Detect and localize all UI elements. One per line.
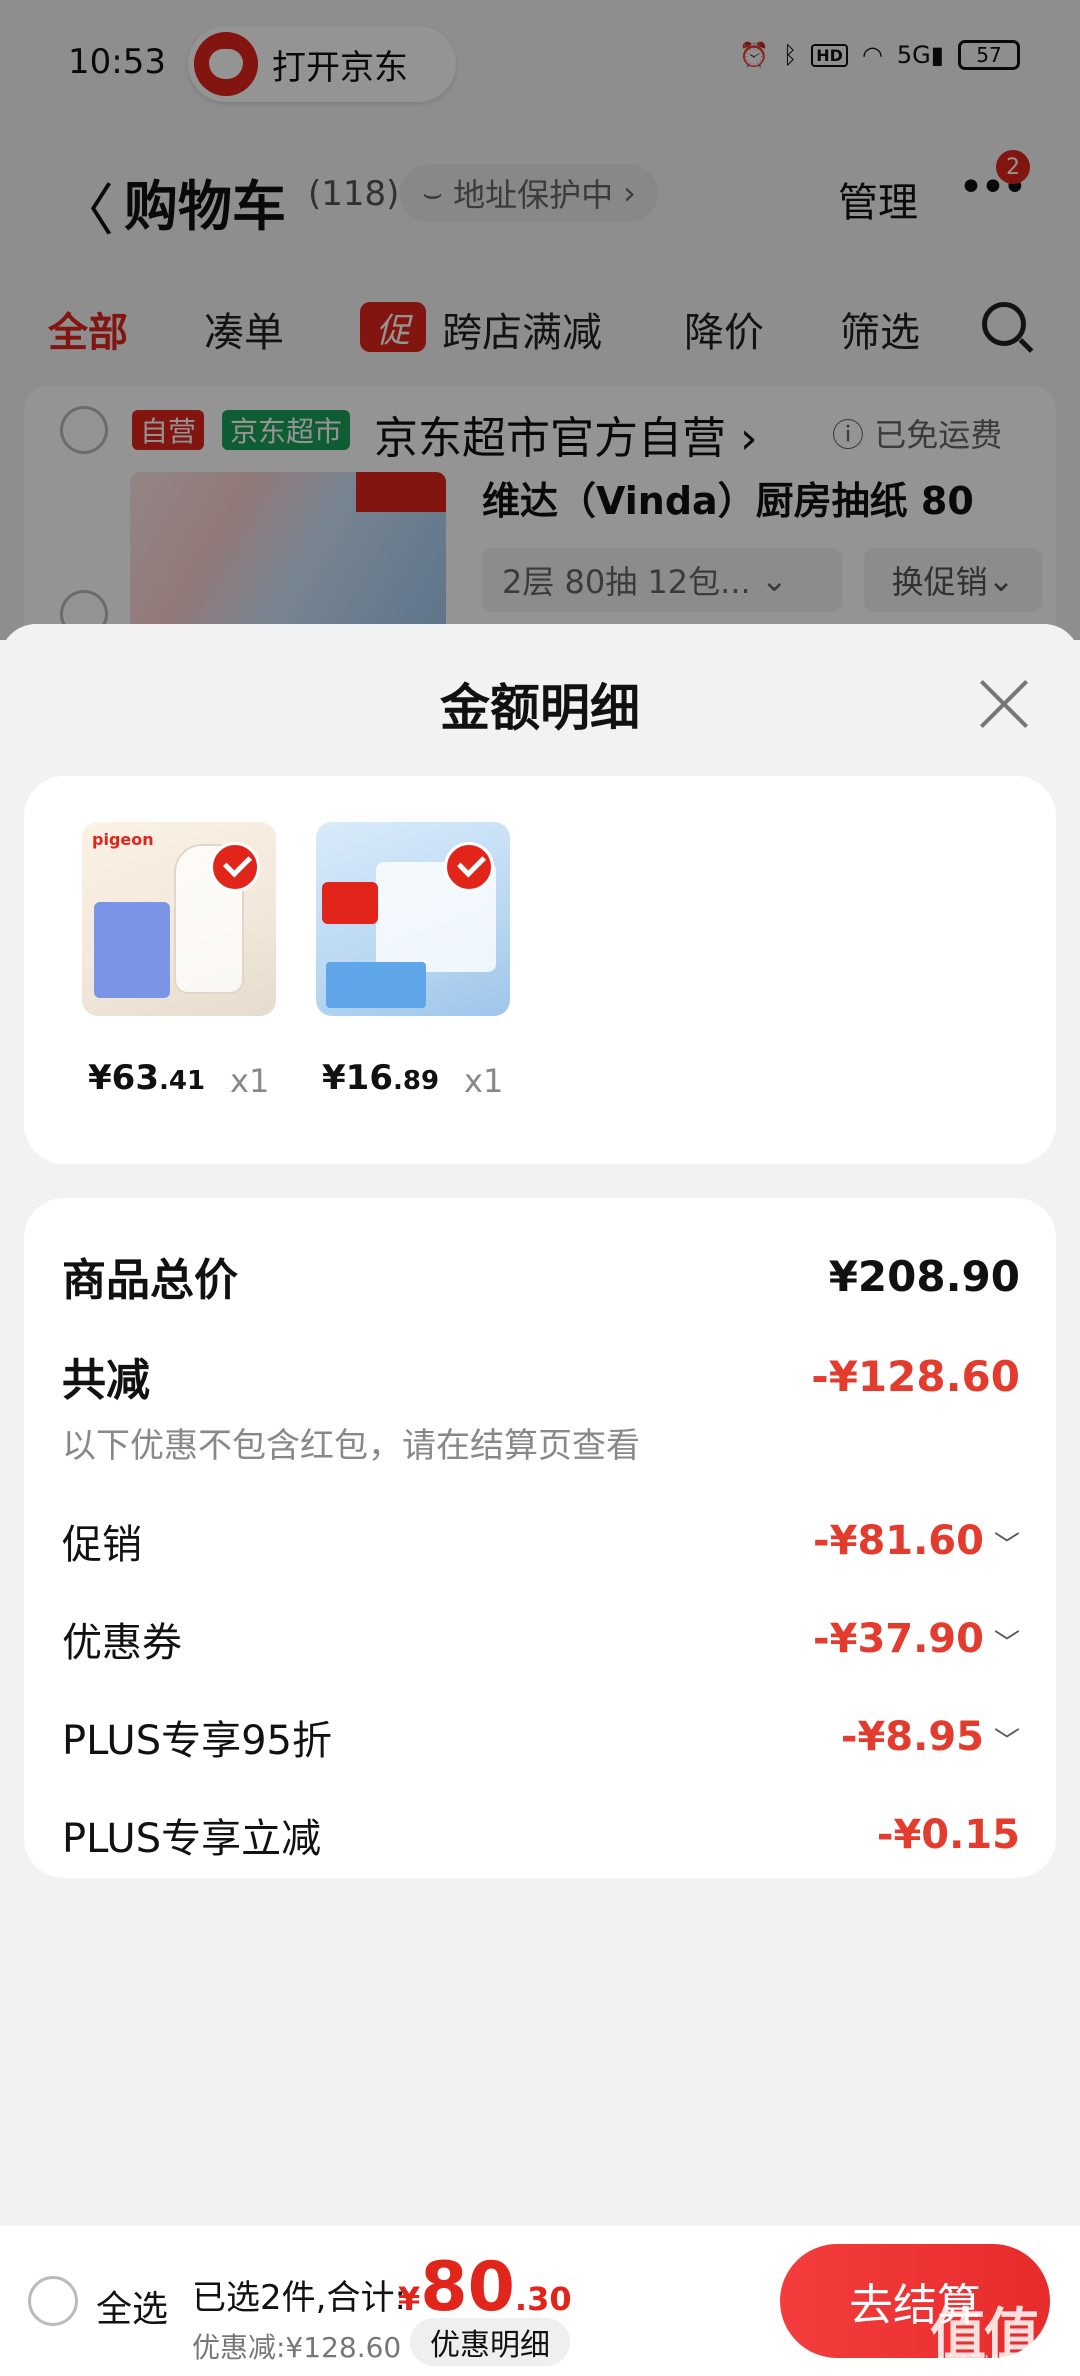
selected-count-label: 已选2件,合计: xyxy=(192,2278,406,2318)
chevron-down-icon: ﹀ xyxy=(993,1629,1020,1659)
item-price: ¥63.41 xyxy=(88,1058,205,1098)
coupon-label: 优惠券 xyxy=(62,1620,182,1666)
checked-icon xyxy=(210,842,260,892)
chevron-down-icon: ﹀ xyxy=(993,1727,1020,1757)
plus-reduce-value: -¥0.15 xyxy=(876,1812,1020,1858)
discount-detail-button[interactable]: 优惠明细 xyxy=(410,2318,570,2366)
total-currency: ¥ xyxy=(398,2280,421,2318)
plus-reduce-row: PLUS专享立减 -¥0.15 xyxy=(62,1806,1020,1864)
plus-discount-label: PLUS专享95折 xyxy=(62,1718,332,1764)
selected-item[interactable]: pigeon ¥63.41 x1 xyxy=(82,822,282,1100)
selected-items-card: pigeon ¥63.41 x1 ¥16.89 x1 xyxy=(24,776,1056,1164)
total-price: ¥80.30 xyxy=(398,2248,572,2327)
item-price: ¥16.89 xyxy=(322,1058,439,1098)
amount-detail-sheet: 金额明细 pigeon ¥63.41 x1 ¥16.89 x1 商品总价 ¥20… xyxy=(0,624,1080,2224)
item-image-tissue xyxy=(316,822,510,1016)
item-brand: pigeon xyxy=(92,830,154,849)
checkout-bar: 全选 已选2件,合计: ¥80.30 优惠减:¥128.60 优惠明细 去结算 xyxy=(0,2226,1080,2376)
checked-icon xyxy=(444,842,494,892)
price-summary-card: 商品总价 ¥208.90 共减 -¥128.60 以下优惠不包含红包，请在结算页… xyxy=(24,1198,1056,1878)
goods-total-label: 商品总价 xyxy=(62,1255,238,1306)
total-reduce-label: 共减 xyxy=(62,1355,150,1406)
sheet-title: 金额明细 xyxy=(440,679,640,737)
total-int: 80 xyxy=(420,2248,515,2327)
goods-total-row: 商品总价 ¥208.90 xyxy=(62,1244,1020,1308)
watermark-site: zhizhizhi.com xyxy=(930,2352,1039,2371)
item-qty: x1 xyxy=(464,1062,504,1100)
total-reduce-value: -¥128.60 xyxy=(811,1351,1020,1401)
plus-reduce-label: PLUS专享立减 xyxy=(62,1816,322,1862)
select-all-label[interactable]: 全选 xyxy=(96,2280,168,2332)
item-price-dec: .41 xyxy=(158,1066,206,1096)
goods-total-value: ¥208.90 xyxy=(828,1251,1020,1301)
total-reduce-row: 共减 -¥128.60 xyxy=(62,1344,1020,1408)
promo-value: -¥81.60 xyxy=(813,1518,984,1564)
promo-label: 促销 xyxy=(62,1522,142,1568)
discount-summary: 优惠减:¥128.60 xyxy=(192,2331,402,2364)
chevron-down-icon: ﹀ xyxy=(993,1531,1020,1561)
coupon-row[interactable]: 优惠券 -¥37.90 ﹀ xyxy=(62,1610,1020,1668)
select-all-radio[interactable] xyxy=(28,2276,78,2326)
discount-note: 以下优惠不包含红包，请在结算页查看 xyxy=(62,1426,640,1466)
total-dec: .30 xyxy=(514,2280,572,2318)
plus-discount-value: -¥8.95 xyxy=(840,1714,984,1760)
modal-backdrop[interactable] xyxy=(0,0,1080,640)
item-qty: x1 xyxy=(230,1062,270,1100)
item-image-bottle: pigeon xyxy=(82,822,276,1016)
coupon-value: -¥37.90 xyxy=(813,1616,984,1662)
item-price-int: ¥63 xyxy=(88,1058,159,1098)
close-icon[interactable] xyxy=(976,676,1032,732)
item-price-int: ¥16 xyxy=(322,1058,393,1098)
plus-discount-row[interactable]: PLUS专享95折 -¥8.95 ﹀ xyxy=(62,1708,1020,1766)
item-price-dec: .89 xyxy=(392,1066,440,1096)
selected-item[interactable]: ¥16.89 x1 xyxy=(316,822,516,1100)
promo-row[interactable]: 促销 -¥81.60 ﹀ xyxy=(62,1512,1020,1570)
